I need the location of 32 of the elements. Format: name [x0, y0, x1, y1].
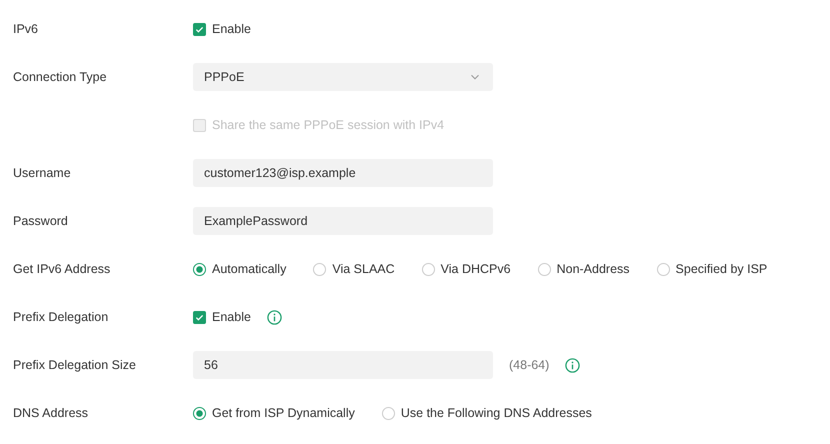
input-field[interactable]: ExamplePassword	[193, 207, 493, 235]
radio-label: Via SLAAC	[332, 262, 395, 276]
range-hint: (48-64)	[509, 358, 550, 372]
radio-button[interactable]	[382, 406, 395, 420]
checkbox-label: Enable	[212, 310, 251, 324]
radio-label: Automatically	[212, 262, 286, 276]
radio-label: Non-Address	[556, 262, 630, 276]
radio-button[interactable]	[422, 262, 435, 276]
field-label: Password	[13, 214, 68, 228]
checkbox-label: Share the same PPPoE session with IPv4	[212, 118, 444, 132]
input-field[interactable]: 56	[193, 351, 493, 379]
radio-label: Use the Following DNS Addresses	[400, 406, 592, 420]
radio-label: Get from ISP Dynamically	[212, 406, 355, 420]
dropdown[interactable]: PPPoE	[193, 63, 493, 91]
radio-button[interactable]	[193, 406, 206, 420]
checkbox[interactable]	[193, 310, 206, 324]
radio-button[interactable]	[656, 262, 670, 276]
checkbox-label: Enable	[212, 22, 251, 36]
field-label: DNS Address	[13, 406, 88, 420]
input-field[interactable]: customer123@isp.example	[193, 159, 493, 187]
field-label: Prefix Delegation	[13, 310, 108, 324]
radio-button[interactable]	[193, 262, 206, 276]
radio-label: Via DHCPv6	[440, 262, 511, 276]
field-label: Get IPv6 Address	[13, 262, 110, 276]
field-label: Username	[13, 166, 71, 180]
radio-button[interactable]	[313, 262, 326, 276]
radio-label: Specified by ISP	[676, 262, 768, 276]
radio-button[interactable]	[538, 262, 551, 276]
field-label: Connection Type	[13, 70, 107, 84]
field-label: IPv6	[13, 22, 38, 36]
field-label: Prefix Delegation Size	[13, 358, 136, 372]
checkbox[interactable]	[193, 22, 206, 36]
